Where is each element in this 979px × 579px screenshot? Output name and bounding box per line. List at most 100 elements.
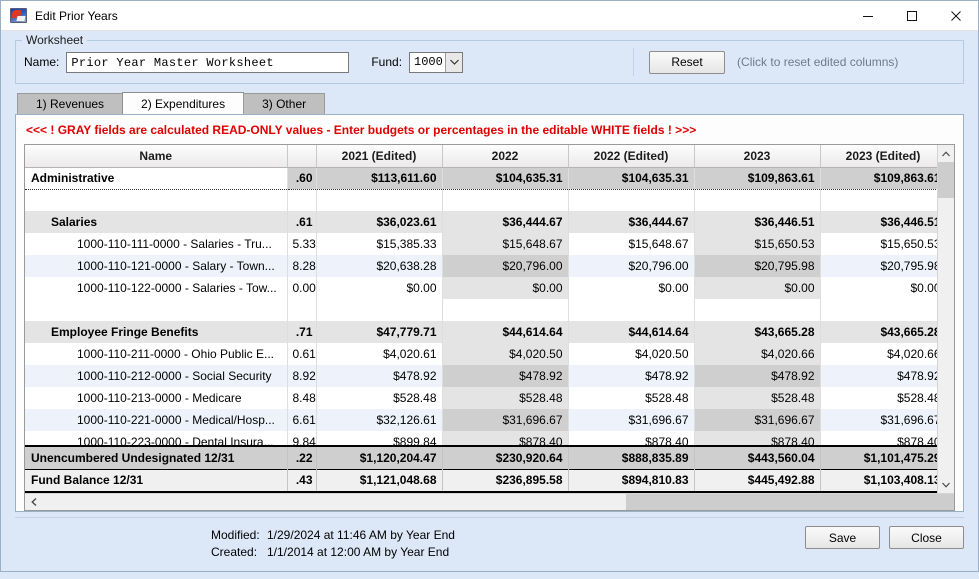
horizontal-scroll-track[interactable] — [42, 494, 954, 511]
cell-name[interactable] — [25, 299, 287, 321]
fund-select[interactable]: 1000 — [409, 52, 463, 73]
cell-value[interactable]: $0.00 — [820, 277, 937, 299]
cell-value[interactable]: $36,446.51 — [694, 211, 820, 233]
table-row[interactable]: Employee Fringe Benefits.71$47,779.71$44… — [25, 321, 937, 343]
table-row[interactable]: 1000-110-111-0000 - Salaries - Tru...5.3… — [25, 233, 937, 255]
reset-button[interactable]: Reset — [649, 51, 725, 74]
cell-value[interactable]: $528.48 — [316, 387, 442, 409]
cell-value[interactable]: $20,795.98 — [820, 255, 937, 277]
column-header-2022-edited[interactable]: 2022 (Edited) — [568, 145, 694, 167]
cell-name[interactable]: 1000-110-111-0000 - Salaries - Tru... — [25, 233, 287, 255]
cell-name[interactable]: 1000-110-211-0000 - Ohio Public E... — [25, 343, 287, 365]
chevron-down-icon[interactable] — [445, 53, 462, 72]
cell-value[interactable]: $0.00 — [442, 277, 568, 299]
cell-clipped[interactable] — [287, 299, 316, 321]
cell-value[interactable]: $31,696.67 — [820, 409, 937, 431]
grid-horizontal-scrollbar[interactable] — [25, 493, 954, 510]
vertical-scroll-track[interactable] — [938, 162, 955, 476]
cell-clipped[interactable] — [287, 189, 316, 211]
column-header-2023-edited[interactable]: 2023 (Edited) — [820, 145, 937, 167]
grid-vertical-scrollbar[interactable] — [937, 145, 954, 493]
table-row[interactable] — [25, 299, 937, 321]
column-header-2021-edited[interactable]: 2021 (Edited) — [316, 145, 442, 167]
cell-value[interactable] — [316, 299, 442, 321]
column-header-name[interactable]: Name — [25, 145, 287, 167]
cell-value[interactable]: $4,020.50 — [568, 343, 694, 365]
cell-value[interactable]: $43,665.28 — [694, 321, 820, 343]
tab-expenditures[interactable]: 2) Expenditures — [122, 92, 244, 114]
cell-value[interactable]: $31,696.67 — [568, 409, 694, 431]
cell-value[interactable]: $4,020.66 — [694, 343, 820, 365]
table-row[interactable]: Salaries.61$36,023.61$36,444.67$36,444.6… — [25, 211, 937, 233]
tab-revenues[interactable]: 1) Revenues — [17, 93, 123, 114]
cell-value[interactable]: $43,665.28 — [820, 321, 937, 343]
cell-value[interactable]: $15,648.67 — [442, 233, 568, 255]
cell-value[interactable]: $20,795.98 — [694, 255, 820, 277]
cell-value[interactable]: $113,611.60 — [316, 167, 442, 189]
cell-clipped[interactable]: .71 — [287, 321, 316, 343]
table-row[interactable] — [25, 189, 937, 211]
cell-value[interactable] — [820, 299, 937, 321]
cell-value[interactable]: $47,779.71 — [316, 321, 442, 343]
table-row[interactable]: 1000-110-213-0000 - Medicare8.48$528.48$… — [25, 387, 937, 409]
cell-value[interactable]: $4,020.50 — [442, 343, 568, 365]
cell-value[interactable]: $31,696.67 — [694, 409, 820, 431]
cell-value[interactable] — [694, 299, 820, 321]
worksheet-name-input[interactable]: Prior Year Master Worksheet — [66, 52, 349, 73]
cell-name[interactable] — [25, 189, 287, 211]
cell-value[interactable]: $20,796.00 — [568, 255, 694, 277]
horizontal-scroll-thumb[interactable] — [626, 494, 954, 511]
cell-clipped[interactable]: 8.92 — [287, 365, 316, 387]
cell-value[interactable]: $528.48 — [568, 387, 694, 409]
cell-clipped[interactable]: 8.28 — [287, 255, 316, 277]
cell-value[interactable] — [568, 299, 694, 321]
cell-value[interactable] — [316, 189, 442, 211]
cell-value[interactable]: $36,023.61 — [316, 211, 442, 233]
cell-clipped[interactable]: 8.48 — [287, 387, 316, 409]
cell-clipped[interactable]: 6.61 — [287, 409, 316, 431]
cell-value[interactable]: $32,126.61 — [316, 409, 442, 431]
cell-name[interactable]: 1000-110-212-0000 - Social Security — [25, 365, 287, 387]
cell-value[interactable]: $36,444.67 — [442, 211, 568, 233]
cell-value[interactable]: $0.00 — [316, 277, 442, 299]
cell-value[interactable]: $109,863.61 — [694, 167, 820, 189]
cell-value[interactable]: $15,385.33 — [316, 233, 442, 255]
tab-other[interactable]: 3) Other — [243, 93, 325, 114]
cell-clipped[interactable]: .60 — [287, 167, 316, 189]
cell-value[interactable]: $44,614.64 — [442, 321, 568, 343]
cell-value[interactable]: $15,648.67 — [568, 233, 694, 255]
cell-value[interactable]: $478.92 — [694, 365, 820, 387]
cell-name[interactable]: Employee Fringe Benefits — [25, 321, 287, 343]
cell-value[interactable]: $20,796.00 — [442, 255, 568, 277]
cell-value[interactable]: $0.00 — [694, 277, 820, 299]
cell-value[interactable] — [820, 189, 937, 211]
summary-row[interactable]: Unencumbered Undesignated 12/31.22$1,120… — [25, 447, 937, 469]
table-row[interactable]: 1000-110-221-0000 - Medical/Hosp...6.61$… — [25, 409, 937, 431]
table-row[interactable]: 1000-110-211-0000 - Ohio Public E...0.61… — [25, 343, 937, 365]
cell-clipped[interactable]: 0.61 — [287, 343, 316, 365]
table-row[interactable]: Administrative.60$113,611.60$104,635.31$… — [25, 167, 937, 189]
save-button[interactable]: Save — [805, 526, 880, 549]
minimize-icon[interactable] — [846, 1, 890, 31]
table-row[interactable]: 1000-110-122-0000 - Salaries - Tow...0.0… — [25, 277, 937, 299]
column-header-clipped[interactable] — [287, 145, 316, 167]
close-icon[interactable] — [934, 1, 978, 31]
close-button[interactable]: Close — [889, 526, 964, 549]
cell-value[interactable] — [442, 189, 568, 211]
cell-value[interactable]: $478.92 — [820, 365, 937, 387]
cell-value[interactable]: $44,614.64 — [568, 321, 694, 343]
cell-value[interactable]: $478.92 — [316, 365, 442, 387]
cell-value[interactable]: $31,696.67 — [442, 409, 568, 431]
cell-name[interactable]: 1000-110-121-0000 - Salary - Town... — [25, 255, 287, 277]
cell-name[interactable]: Salaries — [25, 211, 287, 233]
cell-value[interactable]: $478.92 — [568, 365, 694, 387]
cell-value[interactable]: $478.92 — [442, 365, 568, 387]
cell-name[interactable]: 1000-110-122-0000 - Salaries - Tow... — [25, 277, 287, 299]
cell-value[interactable]: $36,446.51 — [820, 211, 937, 233]
scroll-left-icon[interactable] — [25, 494, 42, 511]
cell-value[interactable]: $4,020.61 — [316, 343, 442, 365]
scroll-down-icon[interactable] — [938, 476, 955, 493]
cell-value[interactable] — [694, 189, 820, 211]
table-row[interactable]: 1000-110-121-0000 - Salary - Town...8.28… — [25, 255, 937, 277]
cell-value[interactable]: $528.48 — [820, 387, 937, 409]
